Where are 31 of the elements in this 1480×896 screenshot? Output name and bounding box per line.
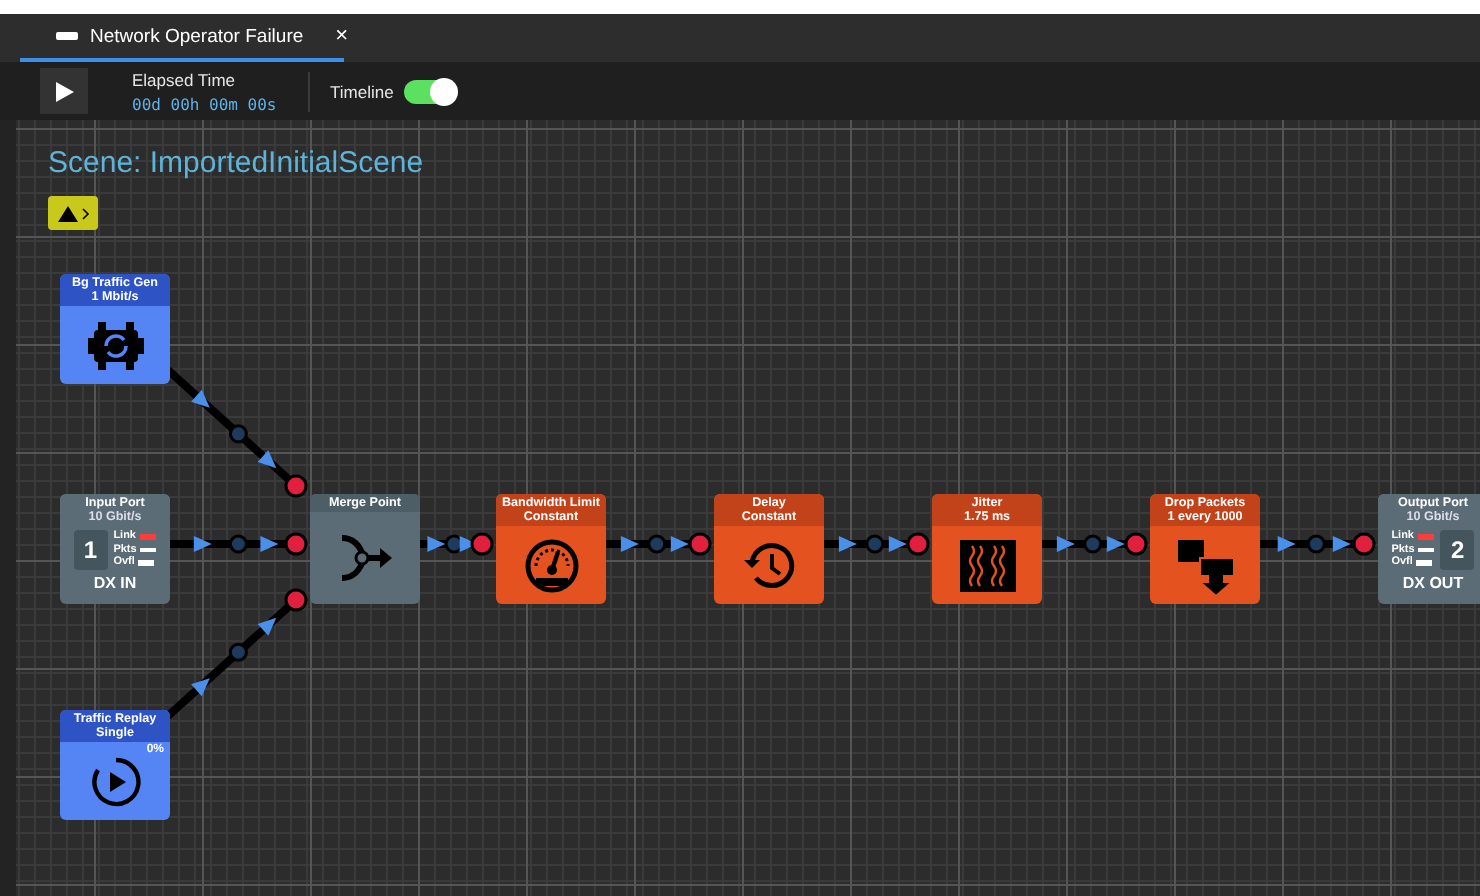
warning-button[interactable] <box>48 196 98 230</box>
play-icon <box>55 81 73 101</box>
play-button[interactable] <box>40 68 88 114</box>
timeline-toggle[interactable] <box>403 79 456 103</box>
tab-icon <box>56 32 78 40</box>
elapsed-time-value: 00d 00h 00m 00s <box>132 95 279 113</box>
wave-icon <box>959 539 1015 591</box>
connector <box>168 532 308 556</box>
connector <box>420 532 494 556</box>
port-number: 2 <box>1440 530 1475 570</box>
timeline-label: Timeline <box>330 81 394 101</box>
port-label: DX IN <box>93 574 137 592</box>
elapsed-time-label: Elapsed Time <box>132 69 237 89</box>
port-label: DX OUT <box>1402 574 1464 592</box>
connector <box>1258 532 1376 556</box>
connector <box>1040 532 1148 556</box>
connector <box>604 532 712 556</box>
port-number: 1 <box>73 530 108 570</box>
machine-icon <box>87 319 143 371</box>
connector <box>165 588 308 719</box>
clock-icon <box>741 537 797 593</box>
gauge-icon <box>523 537 579 593</box>
warning-icon <box>57 205 77 221</box>
connector <box>165 367 308 498</box>
merge-arrow-icon <box>337 532 393 584</box>
scene-title: Scene: ImportedInitialScene <box>48 146 424 180</box>
chevron-icon <box>81 207 89 219</box>
drop-packet-icon <box>1175 535 1235 595</box>
close-button[interactable]: × <box>335 24 349 48</box>
connector <box>822 532 930 556</box>
play-icon <box>89 755 141 807</box>
